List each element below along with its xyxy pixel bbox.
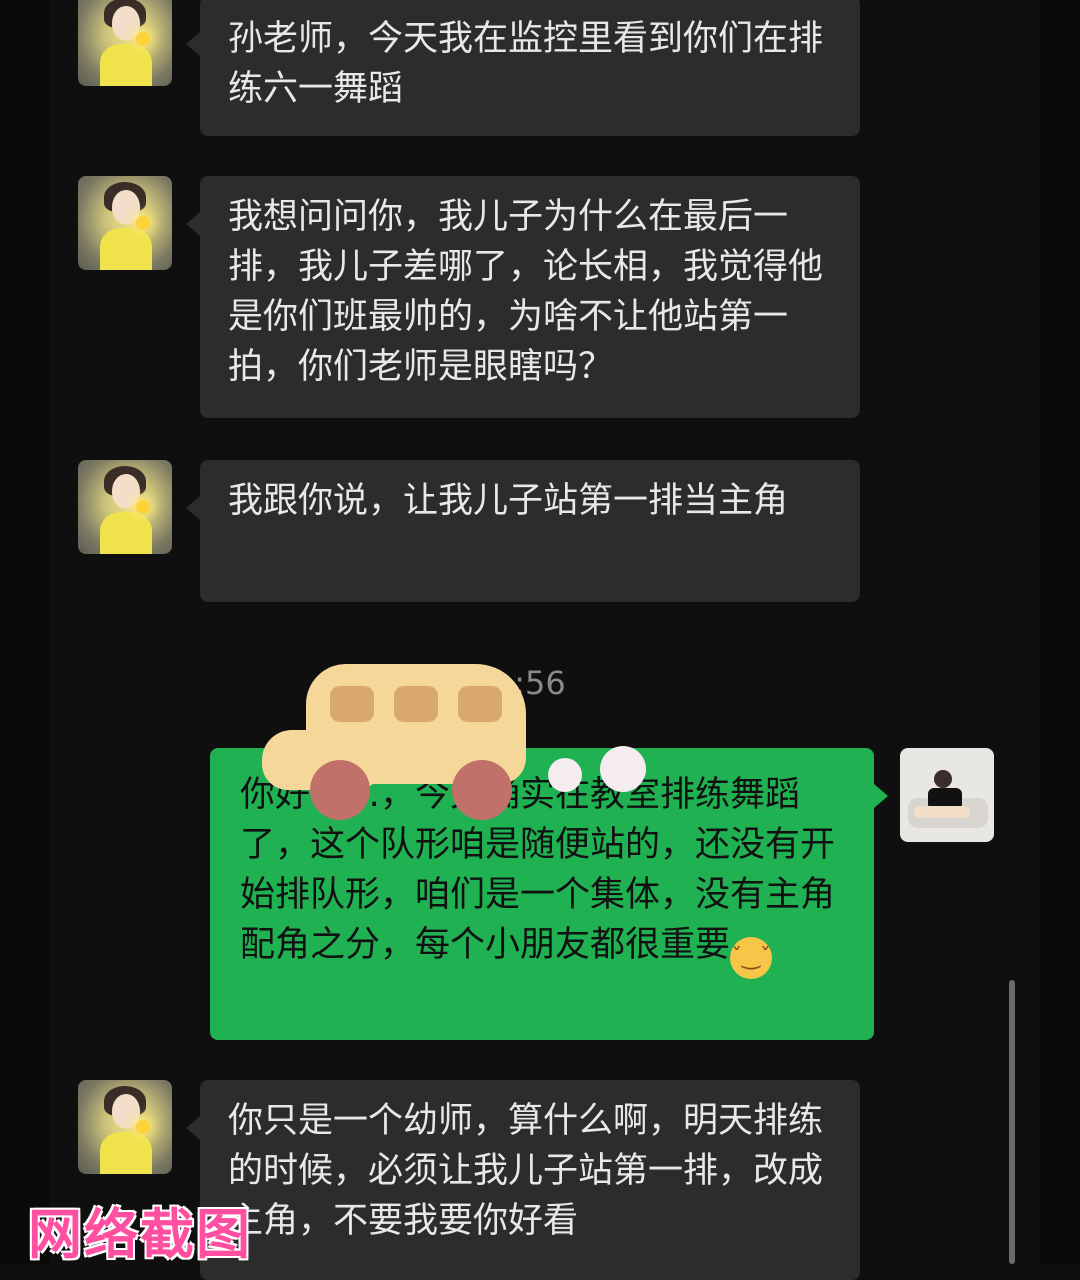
- smile-emoji-icon: ˇ‿ˇ: [730, 937, 773, 979]
- bus-window: [394, 686, 438, 722]
- message-text: 我跟你说，让我儿子站第一排当主角: [228, 481, 789, 521]
- message-bubble-parent[interactable]: 我跟你说，让我儿子站第一排当主角: [186, 460, 860, 602]
- avatar-dress: [100, 44, 152, 86]
- message-text: 孙老师，今天我在监控里看到你们在排练六一舞蹈: [228, 19, 824, 109]
- child-head: [934, 770, 952, 788]
- parent-avatar[interactable]: [78, 460, 172, 554]
- sticker-dot: [600, 746, 646, 792]
- parent-avatar[interactable]: [78, 1080, 172, 1174]
- watermark-label: 网络截图: [28, 1203, 252, 1266]
- left-margin: [0, 0, 50, 1264]
- child-legs: [914, 806, 970, 818]
- message-text: 我想问问你，我儿子为什么在最后一排，我儿子差哪了，论长相，我觉得他是你们班最帅的…: [228, 197, 824, 387]
- avatar-dress: [100, 1132, 152, 1174]
- flower-icon: [136, 500, 150, 514]
- scrollbar[interactable]: [1009, 980, 1015, 1264]
- parent-avatar[interactable]: [78, 176, 172, 270]
- message-bubble-parent[interactable]: 你只是一个幼师，算什么啊，明天排练的时候，必须让我儿子站第一排，改成主角，不要我…: [186, 1080, 860, 1280]
- bus-window: [458, 686, 502, 722]
- bus-wheel: [310, 760, 370, 820]
- bus-wheel: [452, 760, 512, 820]
- message-bubble-parent[interactable]: 孙老师，今天我在监控里看到你们在排练六一舞蹈: [186, 0, 860, 136]
- parent-avatar[interactable]: [78, 0, 172, 86]
- avatar-dress: [100, 228, 152, 270]
- bus-window: [330, 686, 374, 722]
- right-margin: [1040, 0, 1080, 1264]
- sticker-dot: [548, 758, 582, 792]
- avatar-dress: [100, 512, 152, 554]
- flower-icon: [136, 1120, 150, 1134]
- bus-sticker-icon: [262, 660, 646, 820]
- teacher-avatar[interactable]: [900, 748, 994, 842]
- chat-view[interactable]: 孙老师，今天我在监控里看到你们在排练六一舞蹈 我想问问你，我儿子为什么在最后一排…: [0, 0, 1080, 1280]
- message-bubble-parent[interactable]: 我想问问你，我儿子为什么在最后一排，我儿子差哪了，论长相，我觉得他是你们班最帅的…: [186, 176, 860, 418]
- flower-icon: [136, 216, 150, 230]
- flower-icon: [136, 32, 150, 46]
- message-text: 你只是一个幼师，算什么啊，明天排练的时候，必须让我儿子站第一排，改成主角，不要我…: [228, 1101, 824, 1241]
